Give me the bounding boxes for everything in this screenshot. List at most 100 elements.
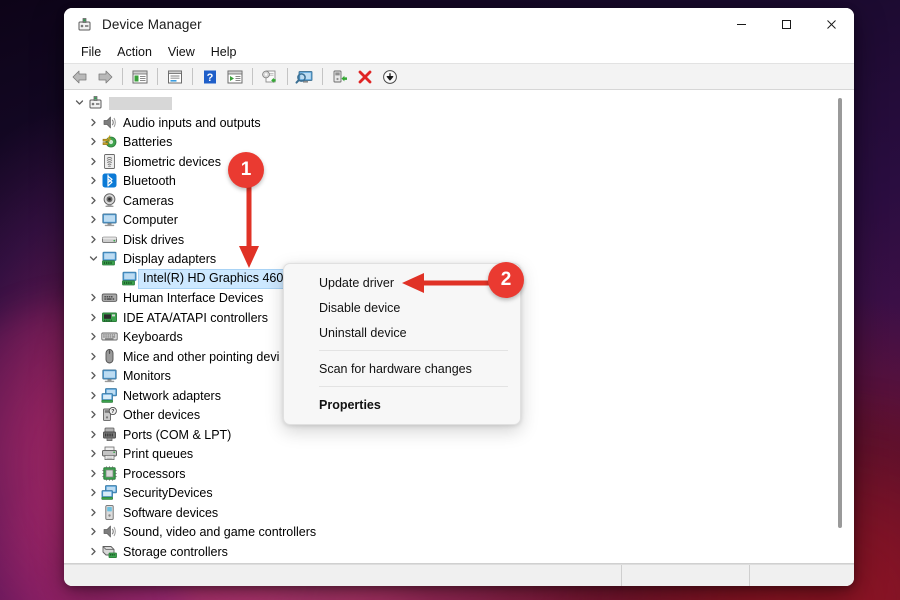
system-device-icon bbox=[101, 562, 118, 563]
tree-node-securitydevices[interactable]: SecurityDevices bbox=[64, 483, 826, 503]
back-icon[interactable] bbox=[68, 66, 92, 88]
status-pane-two bbox=[622, 565, 750, 586]
tree-node-label: Human Interface Devices bbox=[123, 291, 264, 305]
menu-file[interactable]: File bbox=[73, 43, 109, 61]
show-hide-console-tree-icon[interactable] bbox=[128, 66, 152, 88]
chevron-right-icon[interactable] bbox=[86, 547, 101, 556]
chevron-right-icon[interactable] bbox=[86, 332, 101, 341]
chevron-right-icon[interactable] bbox=[86, 391, 101, 400]
chevron-right-icon[interactable] bbox=[86, 430, 101, 439]
tree-node-computer[interactable]: Computer bbox=[64, 210, 826, 230]
tree-node-label: Cameras bbox=[123, 193, 174, 208]
tree-node-disk-drives[interactable]: Disk drives bbox=[64, 230, 826, 250]
tree-node-label: Network adapters bbox=[123, 388, 221, 403]
chevron-right-icon[interactable] bbox=[86, 469, 101, 478]
window-title: Device Manager bbox=[102, 16, 202, 32]
monitor-icon bbox=[101, 367, 118, 384]
chevron-right-icon[interactable] bbox=[86, 488, 101, 497]
tree-node-print-queues[interactable]: Print queues bbox=[64, 444, 826, 464]
chevron-right-icon[interactable] bbox=[86, 508, 101, 517]
redacted-computer-name bbox=[109, 96, 172, 110]
camera-icon bbox=[101, 192, 118, 209]
tree-node-bluetooth[interactable]: Bluetooth bbox=[64, 171, 826, 191]
fingerprint-icon bbox=[101, 153, 118, 170]
callout-arrow-2 bbox=[402, 273, 498, 293]
battery-icon bbox=[101, 133, 118, 150]
monitor-icon bbox=[101, 211, 118, 228]
callout-arrow-1 bbox=[239, 182, 259, 268]
tree-node-label: Biometric devices bbox=[123, 154, 221, 169]
chevron-right-icon[interactable] bbox=[86, 371, 101, 380]
tree-node-root[interactable] bbox=[64, 93, 826, 113]
tree-node-label: Other devices bbox=[123, 408, 201, 422]
menu-view[interactable]: View bbox=[160, 43, 203, 61]
scan-for-hardware-changes-icon[interactable] bbox=[293, 66, 317, 88]
chevron-right-icon[interactable] bbox=[86, 118, 101, 127]
update-driver-icon[interactable] bbox=[258, 66, 282, 88]
status-bar bbox=[64, 564, 854, 586]
context-menu-item-label: Disable device bbox=[319, 300, 401, 315]
chevron-right-icon[interactable] bbox=[86, 293, 101, 302]
chevron-right-icon[interactable] bbox=[86, 527, 101, 536]
context-menu-item-scan-for-hardware-changes[interactable]: Scan for hardware changes bbox=[284, 356, 520, 381]
tree-node-sound-video-and-game-controllers[interactable]: Sound, video and game controllers bbox=[64, 522, 826, 542]
computer-root-icon bbox=[87, 94, 104, 111]
maximize-button[interactable] bbox=[764, 8, 809, 40]
toolbar: ? bbox=[64, 64, 854, 90]
svg-text:?: ? bbox=[207, 72, 214, 84]
context-menu-item-disable-device[interactable]: Disable device bbox=[284, 295, 520, 320]
chevron-right-icon[interactable] bbox=[86, 352, 101, 361]
tree-node-label: Mice and other pointing devi bbox=[123, 349, 280, 364]
uninstall-device-icon[interactable] bbox=[328, 66, 352, 88]
chevron-right-icon[interactable] bbox=[86, 196, 101, 205]
enable-device-icon[interactable] bbox=[378, 66, 402, 88]
chevron-down-icon[interactable] bbox=[72, 98, 87, 107]
chevron-down-icon[interactable] bbox=[86, 254, 101, 263]
forward-icon[interactable] bbox=[93, 66, 117, 88]
chevron-right-icon[interactable] bbox=[86, 176, 101, 185]
network-adapter-icon bbox=[101, 484, 118, 501]
properties-icon[interactable] bbox=[163, 66, 187, 88]
disable-device-icon[interactable] bbox=[353, 66, 377, 88]
chevron-right-icon[interactable] bbox=[86, 235, 101, 244]
network-adapter-icon bbox=[101, 387, 118, 404]
tree-node-software-devices[interactable]: Software devices bbox=[64, 503, 826, 523]
menu-action[interactable]: Action bbox=[109, 43, 160, 61]
vertical-scrollbar[interactable] bbox=[833, 90, 847, 563]
toolbar-separator bbox=[122, 68, 123, 85]
context-menu-separator bbox=[319, 386, 508, 387]
tree-node-storage-controllers[interactable]: Storage controllers bbox=[64, 542, 826, 562]
unknown-device-icon: ? bbox=[101, 406, 118, 423]
minimize-button[interactable] bbox=[719, 8, 764, 40]
chevron-right-icon[interactable] bbox=[86, 313, 101, 322]
software-device-icon bbox=[101, 504, 118, 521]
chevron-right-icon[interactable] bbox=[86, 137, 101, 146]
chevron-right-icon[interactable] bbox=[86, 157, 101, 166]
context-menu-item-label: Scan for hardware changes bbox=[319, 361, 472, 376]
tree-node-ports-com-lpt[interactable]: Ports (COM & LPT) bbox=[64, 425, 826, 445]
tree-node-audio-inputs-and-outputs[interactable]: Audio inputs and outputs bbox=[64, 113, 826, 133]
tree-node-label: Sound, video and game controllers bbox=[123, 525, 317, 539]
tree-node-biometric-devices[interactable]: Biometric devices bbox=[64, 152, 826, 172]
context-menu-item-uninstall-device[interactable]: Uninstall device bbox=[284, 320, 520, 345]
close-button[interactable] bbox=[809, 8, 854, 40]
tree-node-cameras[interactable]: Cameras bbox=[64, 191, 826, 211]
chevron-right-icon[interactable] bbox=[86, 410, 101, 419]
tree-node-batteries[interactable]: Batteries bbox=[64, 132, 826, 152]
chevron-right-icon[interactable] bbox=[86, 449, 101, 458]
tree-node-label: Display adapters bbox=[123, 252, 217, 266]
mouse-icon bbox=[101, 348, 118, 365]
toolbar-separator bbox=[287, 68, 288, 85]
menu-help[interactable]: Help bbox=[203, 43, 245, 61]
chevron-right-icon[interactable] bbox=[86, 215, 101, 224]
context-menu-item-properties[interactable]: Properties bbox=[284, 392, 520, 417]
show-hide-action-pane-icon[interactable] bbox=[223, 66, 247, 88]
hid-icon bbox=[101, 289, 118, 306]
help-icon[interactable]: ? bbox=[198, 66, 222, 88]
tree-node-label: Monitors bbox=[123, 369, 171, 383]
scrollbar-thumb[interactable] bbox=[838, 98, 842, 528]
storage-controller-icon bbox=[101, 543, 118, 560]
tree-node-label: SecurityDevices bbox=[123, 486, 213, 500]
tree-node-system-devices[interactable]: System devices bbox=[64, 561, 826, 563]
tree-node-processors[interactable]: Processors bbox=[64, 464, 826, 484]
